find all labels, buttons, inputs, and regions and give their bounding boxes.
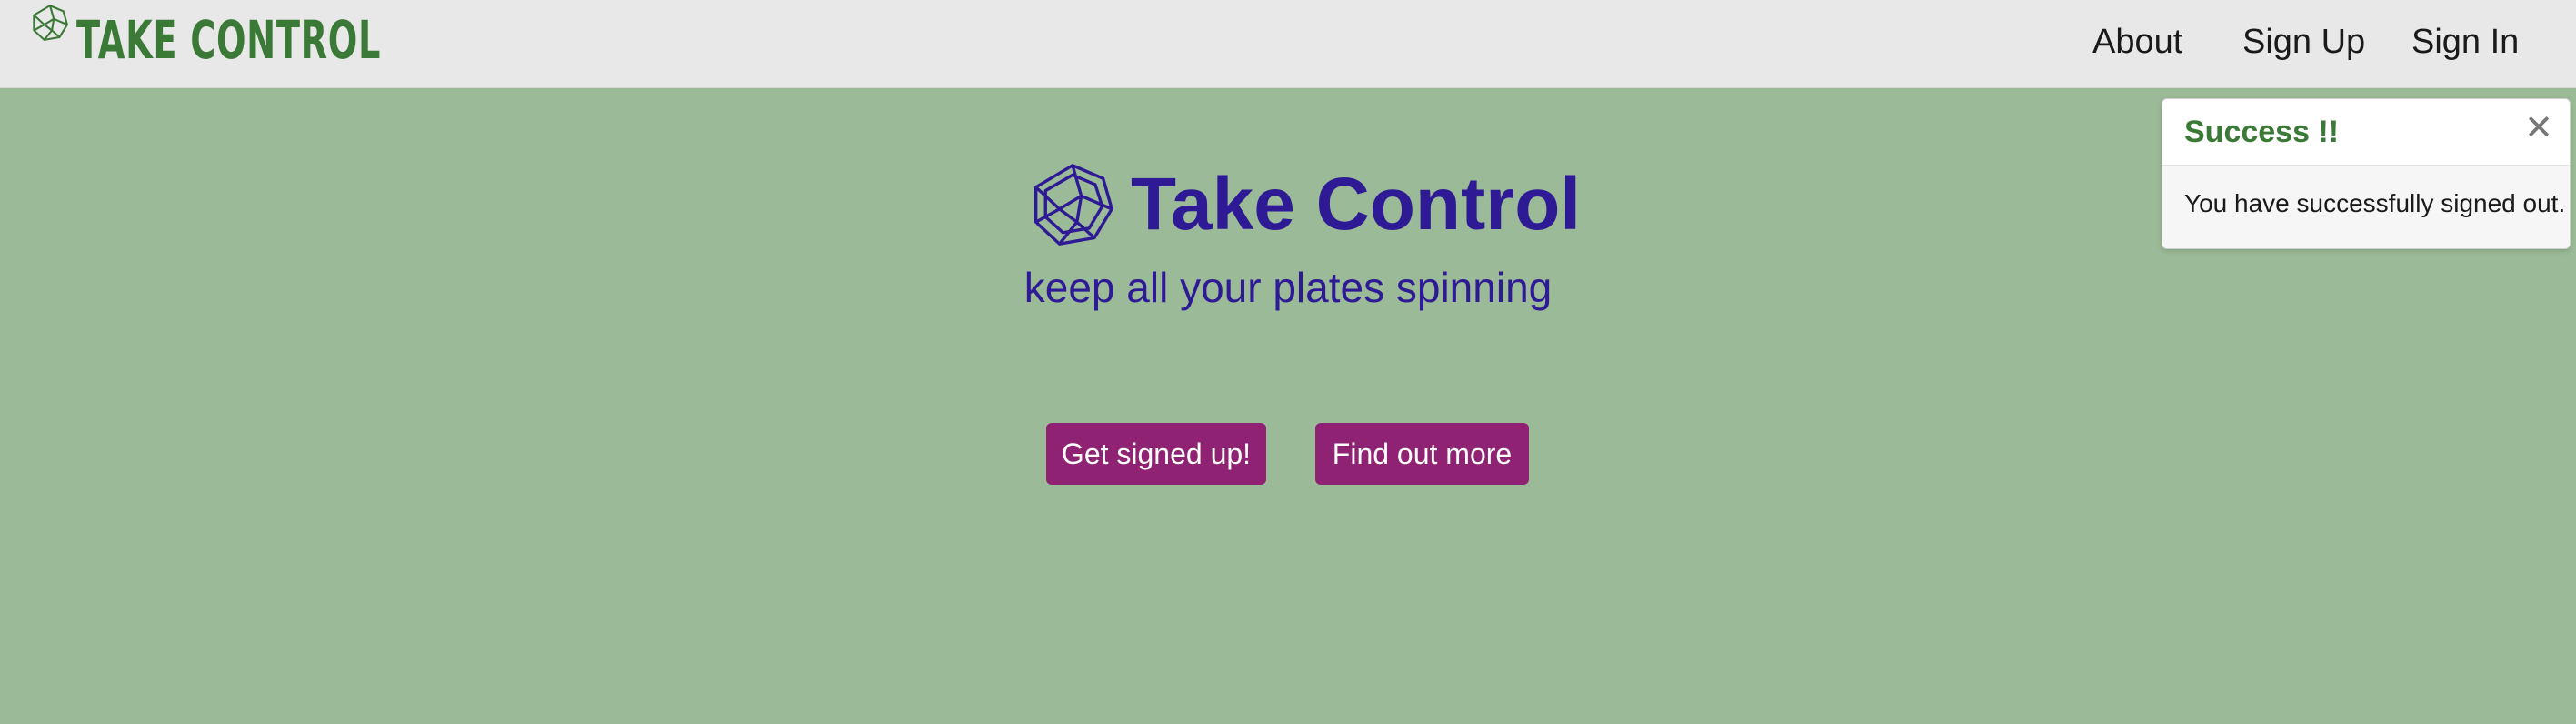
brand-name: TAKE CONTROL xyxy=(76,9,382,71)
spinning-plates-logo-icon xyxy=(33,5,68,41)
hero-heading: Take Control xyxy=(1029,155,1581,255)
toast-message: You have successfully signed out. xyxy=(2184,189,2566,217)
success-toast: Success !! ✕ You have successfully signe… xyxy=(2162,98,2571,249)
toast-body: You have successfully signed out. xyxy=(2162,166,2570,248)
close-icon[interactable]: ✕ xyxy=(2519,108,2559,148)
navbar: TAKE CONTROL About Sign Up Sign In xyxy=(0,0,2576,88)
brand-link[interactable]: TAKE CONTROL xyxy=(31,4,538,76)
spinning-plates-logo-icon xyxy=(1034,164,1113,246)
hero-subtitle: keep all your plates spinning xyxy=(1023,264,1553,311)
find-out-more-button[interactable]: Find out more xyxy=(1315,423,1529,485)
nav-link-sign-in[interactable]: Sign In xyxy=(2411,20,2519,64)
nav-link-sign-up[interactable]: Sign Up xyxy=(2242,20,2365,64)
get-signed-up-button[interactable]: Get signed up! xyxy=(1046,423,1266,485)
hero-title: Take Control xyxy=(1131,163,1582,246)
toast-title: Success !! xyxy=(2184,115,2340,149)
toast-header: Success !! ✕ xyxy=(2162,99,2570,166)
nav-link-about[interactable]: About xyxy=(2092,20,2182,64)
